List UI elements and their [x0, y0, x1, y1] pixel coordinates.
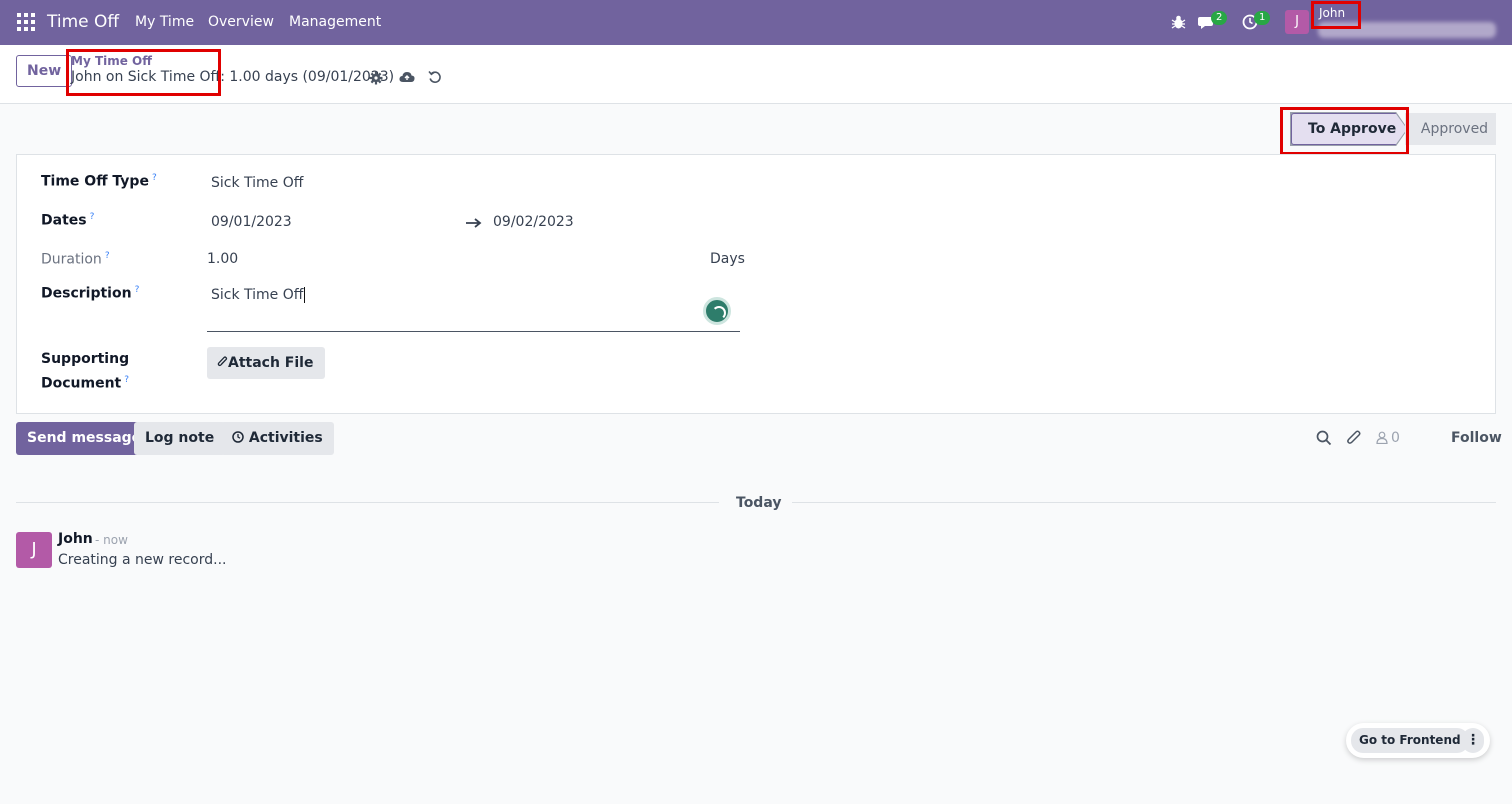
description-label: Description? — [41, 285, 140, 302]
user-avatar[interactable]: J — [1285, 10, 1309, 34]
help-tooltip-icon[interactable]: ? — [152, 173, 157, 183]
date-divider-right — [792, 502, 1496, 503]
description-underline — [207, 331, 740, 332]
supporting-document-label: Supporting Document? — [41, 351, 130, 392]
message-time: - now — [95, 533, 128, 547]
new-button[interactable]: New — [16, 55, 73, 87]
duration-unit: Days — [710, 251, 745, 267]
discard-undo-icon[interactable] — [428, 70, 442, 84]
date-separator: Today — [736, 495, 782, 511]
date-divider-left — [16, 502, 719, 503]
messages-count-badge: 2 — [1211, 11, 1228, 25]
arrow-right-icon — [466, 218, 482, 228]
help-tooltip-icon[interactable]: ? — [135, 285, 140, 295]
stage-to-approve[interactable]: To Approve — [1291, 113, 1407, 145]
gear-icon[interactable] — [369, 71, 383, 85]
menu-my-time[interactable]: My Time — [135, 14, 194, 30]
apps-menu-icon[interactable] — [17, 13, 35, 31]
date-to-field[interactable]: 09/02/2023 — [493, 214, 574, 230]
log-note-button[interactable]: Log note — [134, 422, 226, 455]
paperclip-icon — [217, 356, 228, 367]
activities-button[interactable]: Activities — [221, 422, 334, 455]
activities-count-badge: 1 — [1254, 11, 1271, 25]
clock-icon — [232, 431, 244, 443]
paperclip-icon[interactable] — [1346, 429, 1362, 446]
save-cloud-icon[interactable] — [399, 70, 415, 84]
attach-file-button[interactable]: Attach File — [207, 347, 326, 379]
menu-overview[interactable]: Overview — [208, 14, 274, 30]
time-off-type-field[interactable]: Sick Time Off — [211, 175, 303, 191]
loading-spinner-icon — [703, 297, 731, 325]
followers-count[interactable]: 0 — [1391, 430, 1400, 446]
user-name[interactable]: John — [1319, 6, 1345, 20]
redacted-user-info — [1318, 22, 1496, 38]
time-off-type-label: Time Off Type? — [41, 173, 157, 190]
breadcrumb-parent[interactable]: My Time Off — [71, 54, 152, 68]
duration-field[interactable]: 1.00 — [207, 251, 238, 267]
control-panel: New My Time Off John on Sick Time Off: 1… — [0, 45, 1512, 104]
follow-button[interactable]: Follow — [1451, 430, 1502, 446]
help-tooltip-icon[interactable]: ? — [90, 212, 95, 222]
date-from-field[interactable]: 09/01/2023 — [211, 214, 292, 230]
description-field[interactable]: Sick Time Off — [211, 287, 306, 303]
more-options-icon[interactable]: ⋮ — [1462, 728, 1484, 753]
message-author-avatar[interactable]: J — [16, 532, 52, 568]
help-tooltip-icon[interactable]: ? — [124, 375, 129, 385]
top-navbar: Time Off My Time Overview Management 2 1… — [0, 0, 1512, 45]
app-title[interactable]: Time Off — [47, 12, 119, 32]
search-icon[interactable] — [1316, 430, 1332, 446]
status-bar — [0, 104, 1512, 154]
message-body: Creating a new record... — [58, 552, 227, 568]
bug-icon[interactable] — [1171, 14, 1186, 30]
help-tooltip-icon[interactable]: ? — [105, 251, 110, 261]
breadcrumb-current: John on Sick Time Off: 1.00 days (09/01/… — [71, 69, 395, 85]
stage-approved[interactable]: Approved — [1405, 113, 1496, 145]
followers-person-icon[interactable] — [1376, 431, 1388, 444]
dates-label: Dates? — [41, 212, 95, 229]
go-to-frontend-button[interactable]: Go to Frontend — [1351, 728, 1469, 753]
send-message-button[interactable]: Send message — [16, 422, 153, 455]
message-author[interactable]: John — [58, 531, 93, 547]
duration-label: Duration? — [41, 251, 110, 268]
menu-management[interactable]: Management — [289, 14, 381, 30]
